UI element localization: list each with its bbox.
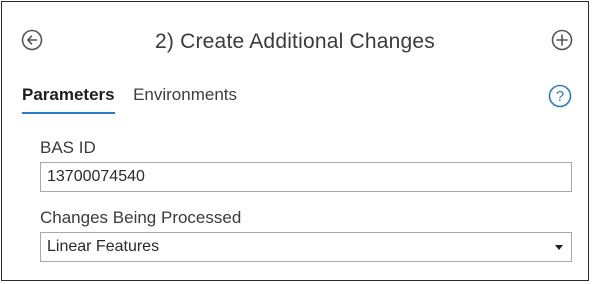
parameters-panel: BAS ID 13700074540 Changes Being Process… — [40, 138, 572, 278]
pane-header: 2) Create Additional Changes — [2, 2, 588, 62]
changes-value: Linear Features — [47, 238, 160, 255]
tab-bar: Parameters Environments — [22, 84, 251, 114]
bas-id-label: BAS ID — [40, 138, 96, 157]
bas-id-value: 13700074540 — [47, 168, 145, 185]
help-question-icon[interactable]: ? — [548, 84, 572, 108]
changes-dropdown[interactable]: Linear Features — [40, 232, 572, 262]
tool-title: 2) Create Additional Changes — [155, 30, 435, 53]
help-symbol: ? — [556, 88, 564, 105]
tab-parameters[interactable]: Parameters — [22, 84, 115, 114]
geoprocessing-pane: 2) Create Additional Changes Parameters … — [1, 1, 589, 281]
tab-environments[interactable]: Environments — [133, 84, 237, 106]
bas-id-input[interactable]: 13700074540 — [40, 162, 572, 192]
plus-circle-icon[interactable] — [550, 28, 574, 52]
changes-label: Changes Being Processed — [40, 208, 242, 227]
chevron-down-icon[interactable] — [555, 245, 563, 250]
